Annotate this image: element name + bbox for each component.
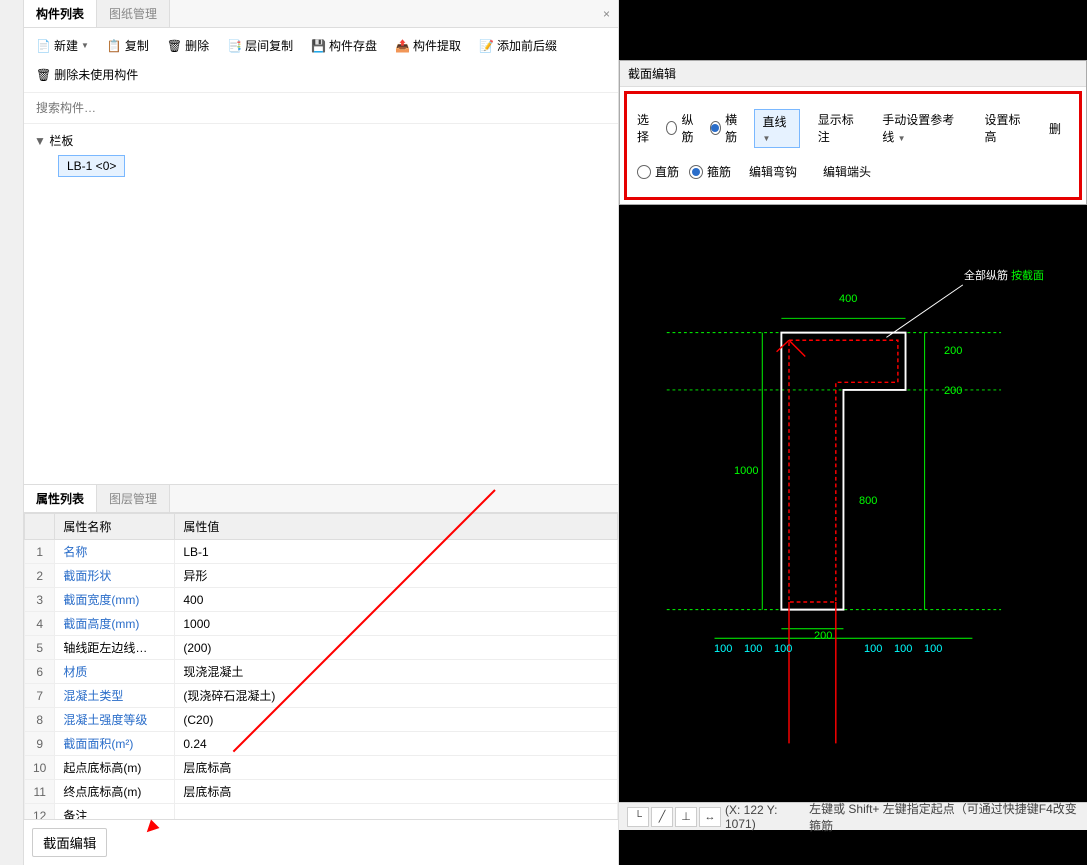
snap-icon-2[interactable]: ╱ — [651, 807, 673, 827]
dim-1000: 1000 — [734, 465, 758, 477]
new-button[interactable]: 📄 新建▼ — [30, 34, 95, 57]
close-icon[interactable]: × — [603, 7, 610, 21]
prefix-icon: 📝 — [479, 39, 494, 53]
cad-viewport[interactable]: 全部纵筋 按截面 400 200 200 1000 800 200 100 10… — [619, 195, 1087, 795]
new-icon: 📄 — [36, 39, 51, 53]
radio-straight[interactable]: 直筋 — [637, 163, 679, 180]
label-all-longitudinal: 全部纵筋 — [964, 270, 1008, 282]
save-icon: 💾 — [311, 39, 326, 53]
edit-end-button[interactable]: 编辑端头 — [815, 160, 879, 183]
show-annotation-button[interactable]: 显示标注 — [810, 108, 864, 148]
snap-icon-1[interactable]: └ — [627, 807, 649, 827]
table-row[interactable]: 9 截面面积(m²) 0.24 — [25, 732, 618, 756]
dim-400: 400 — [839, 293, 857, 305]
table-row[interactable]: 11 终点底标高(m) 层底标高 — [25, 780, 618, 804]
table-row[interactable]: 10 起点底标高(m) 层底标高 — [25, 756, 618, 780]
tab-properties[interactable]: 属性列表 — [24, 485, 97, 512]
delete-unused-button[interactable]: 🗑 删除未使用构件 — [30, 63, 144, 86]
delete-icon: 🗑 — [167, 39, 182, 53]
status-hint: 左键或 Shift+ 左键指定起点（可通过快捷键F4改变箍筋 — [809, 800, 1079, 834]
component-tree: ▼ 栏板 LB-1 <0> — [24, 124, 618, 484]
radio-stirrup[interactable]: 箍筋 — [689, 163, 731, 180]
table-row[interactable]: 1 名称 LB-1 — [25, 540, 618, 564]
label-per-section: 按截面 — [1011, 270, 1044, 282]
tab-components[interactable]: 构件列表 — [24, 0, 97, 27]
manual-ref-button[interactable]: 手动设置参考线 ▼ — [874, 108, 966, 148]
extract-icon: 📤 — [395, 39, 410, 53]
table-row[interactable]: 7 混凝土类型 (现浇碎石混凝土) — [25, 684, 618, 708]
col-name: 属性名称 — [55, 514, 175, 540]
edit-hook-button[interactable]: 编辑弯钩 — [741, 160, 805, 183]
table-row[interactable]: 4 截面高度(mm) 1000 — [25, 612, 618, 636]
section-edit-button[interactable]: 截面编辑 — [32, 828, 107, 857]
dim-100-2: 100 — [744, 643, 762, 655]
search-input[interactable] — [32, 97, 610, 119]
dim-200-top: 200 — [944, 345, 962, 357]
save-component-button[interactable]: 💾 构件存盘 — [305, 34, 383, 57]
copy-button[interactable]: 📋 复制 — [101, 34, 155, 57]
status-bar: └ ╱ ⊥ ↔ (X: 122 Y: 1071) 左键或 Shift+ 左键指定… — [619, 802, 1087, 830]
line-button[interactable]: 直线 ▼ — [754, 109, 800, 148]
property-table: 属性名称 属性值 1 名称 LB-12 截面形状 异形3 截面宽度(mm) 40… — [24, 513, 618, 819]
dim-100-4: 100 — [864, 643, 882, 655]
dim-800: 800 — [859, 495, 877, 507]
collapse-icon[interactable]: ▼ — [34, 134, 46, 148]
table-row[interactable]: 6 材质 现浇混凝土 — [25, 660, 618, 684]
set-elevation-button[interactable]: 设置标高 — [977, 108, 1031, 148]
delete-unused-icon: 🗑 — [36, 68, 51, 82]
tab-layers[interactable]: 图层管理 — [97, 485, 170, 512]
tree-item-lb1[interactable]: LB-1 <0> — [58, 155, 125, 177]
delete-button[interactable]: 🗑 删除 — [161, 34, 215, 57]
col-value: 属性值 — [175, 514, 618, 540]
floor-copy-button[interactable]: 📑 层间复制 — [221, 34, 299, 57]
table-row[interactable]: 12 备注 — [25, 804, 618, 820]
property-panel: 属性列表 图层管理 属性名称 属性值 1 名称 LB-12 截面形状 异形3 截… — [24, 484, 618, 865]
dim-200-mid: 200 — [944, 385, 962, 397]
coord-display: (X: 122 Y: 1071) — [725, 803, 805, 831]
right-panel: 截面编辑 选择 纵筋 横筋 直线 ▼ 显示标注 手动设置参考线 ▼ 设置标高 删 — [619, 0, 1087, 865]
dim-100-5: 100 — [894, 643, 912, 655]
delete-rebar-button[interactable]: 删 — [1041, 117, 1069, 140]
section-editor-panel: 截面编辑 选择 纵筋 横筋 直线 ▼ 显示标注 手动设置参考线 ▼ 设置标高 删 — [619, 60, 1087, 205]
copy-icon: 📋 — [107, 39, 122, 53]
extract-button[interactable]: 📤 构件提取 — [389, 34, 467, 57]
dim-200-bot: 200 — [814, 630, 832, 642]
table-row[interactable]: 5 轴线距左边线… (200) — [25, 636, 618, 660]
floor-copy-icon: 📑 — [227, 39, 242, 53]
tab-drawings[interactable]: 图纸管理 — [97, 0, 170, 27]
left-panel: 构件列表 图纸管理 × 📄 新建▼ 📋 复制 🗑 删除 📑 层间复制 — [24, 0, 619, 865]
prefix-button[interactable]: 📝 添加前后缀 — [473, 34, 563, 57]
radio-transverse[interactable]: 横筋 — [710, 111, 744, 145]
table-row[interactable]: 2 截面形状 异形 — [25, 564, 618, 588]
snap-icon-3[interactable]: ⊥ — [675, 807, 697, 827]
select-label: 选择 — [637, 111, 656, 145]
table-row[interactable]: 3 截面宽度(mm) 400 — [25, 588, 618, 612]
tree-root[interactable]: ▼ 栏板 — [30, 130, 612, 151]
toolbar: 📄 新建▼ 📋 复制 🗑 删除 📑 层间复制 💾 构件存盘 📤 构件提取 — [24, 28, 618, 93]
dim-100-1: 100 — [714, 643, 732, 655]
dim-100-3: 100 — [774, 643, 792, 655]
panel-header: 构件列表 图纸管理 × — [24, 0, 618, 28]
section-toolbar-highlighted: 选择 纵筋 横筋 直线 ▼ 显示标注 手动设置参考线 ▼ 设置标高 删 直筋 — [624, 91, 1082, 200]
section-editor-title: 截面编辑 — [620, 61, 1086, 87]
table-row[interactable]: 8 混凝土强度等级 (C20) — [25, 708, 618, 732]
dim-100-6: 100 — [924, 643, 942, 655]
snap-icon-4[interactable]: ↔ — [699, 807, 721, 827]
radio-longitudinal[interactable]: 纵筋 — [666, 111, 700, 145]
